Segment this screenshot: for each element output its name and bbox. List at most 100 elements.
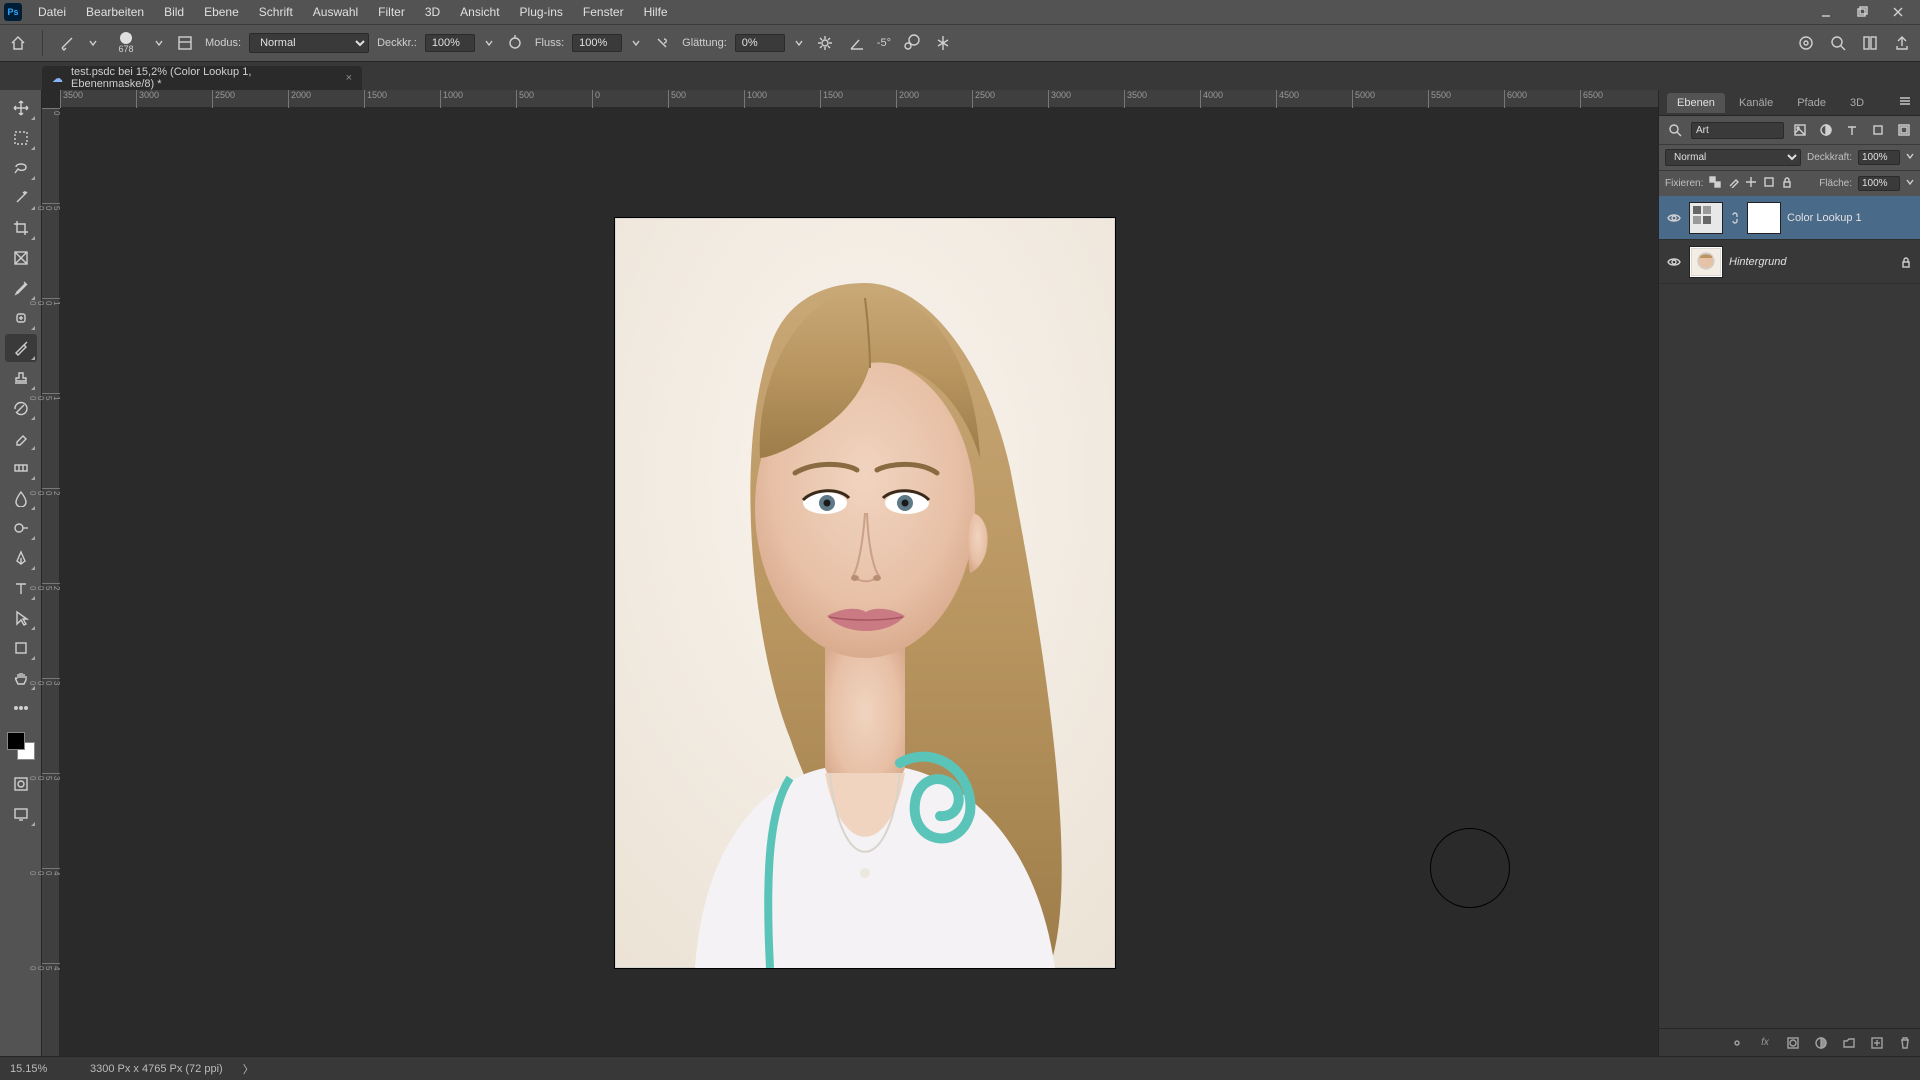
vertical-ruler[interactable]: 050010001500200025003000350040004500 <box>42 108 60 1056</box>
document-canvas[interactable] <box>615 218 1115 968</box>
tab-paths[interactable]: Pfade <box>1787 93 1836 113</box>
layer-thumbnail[interactable] <box>1689 246 1723 278</box>
opacity-input[interactable] <box>425 34 475 52</box>
layer-fill-input[interactable] <box>1858 176 1900 191</box>
filter-shape-icon[interactable] <box>1868 120 1888 140</box>
layer-visibility-icon[interactable] <box>1665 210 1683 226</box>
layer-name[interactable]: Color Lookup 1 <box>1787 212 1914 224</box>
pressure-opacity-icon[interactable] <box>503 31 527 55</box>
cloud-docs-icon[interactable] <box>1794 31 1818 55</box>
flow-input[interactable] <box>572 34 622 52</box>
lock-pixels-icon[interactable] <box>1727 176 1739 191</box>
menu-3d[interactable]: 3D <box>415 0 450 24</box>
lock-position-icon[interactable] <box>1745 176 1757 191</box>
filter-type-icon[interactable] <box>1842 120 1862 140</box>
tab-channels[interactable]: Kanäle <box>1729 93 1783 113</box>
document-tab[interactable]: ☁ test.psdc bei 15,2% (Color Lookup 1, E… <box>42 66 362 90</box>
brush-preview[interactable]: 678 <box>107 32 145 54</box>
shape-tool[interactable] <box>5 634 37 662</box>
stamp-tool[interactable] <box>5 364 37 392</box>
lock-transparent-icon[interactable] <box>1709 176 1721 191</box>
horizontal-ruler[interactable]: 3500300025002000150010005000500100015002… <box>60 90 1658 108</box>
lasso-tool[interactable] <box>5 154 37 182</box>
group-layers-icon[interactable] <box>1840 1034 1858 1052</box>
gradient-tool[interactable] <box>5 454 37 482</box>
close-button[interactable] <box>1880 0 1916 24</box>
layer-filter-search-icon[interactable] <box>1665 120 1685 140</box>
layer-row[interactable]: Hintergrund <box>1659 240 1920 284</box>
minimize-button[interactable] <box>1808 0 1844 24</box>
menu-edit[interactable]: Bearbeiten <box>76 0 154 24</box>
menu-image[interactable]: Bild <box>154 0 194 24</box>
lock-artboard-icon[interactable] <box>1763 176 1775 191</box>
lock-all-icon[interactable] <box>1781 176 1793 191</box>
menu-window[interactable]: Fenster <box>573 0 634 24</box>
layer-mask-icon[interactable] <box>1784 1034 1802 1052</box>
layer-blendmode-select[interactable]: Normal <box>1665 149 1801 166</box>
brush-preset-dropdown[interactable] <box>153 38 165 48</box>
symmetry-icon[interactable] <box>931 31 955 55</box>
menu-select[interactable]: Auswahl <box>303 0 368 24</box>
layer-lock-icon[interactable] <box>1898 256 1914 268</box>
menu-view[interactable]: Ansicht <box>450 0 509 24</box>
delete-layer-icon[interactable] <box>1896 1034 1914 1052</box>
new-layer-icon[interactable] <box>1868 1034 1886 1052</box>
filter-smart-icon[interactable] <box>1894 120 1914 140</box>
filter-adjust-icon[interactable] <box>1816 120 1836 140</box>
home-icon[interactable] <box>6 31 30 55</box>
doc-info-dropdown[interactable]: 〉 <box>243 1061 254 1077</box>
color-swatches[interactable] <box>7 732 35 760</box>
maximize-button[interactable] <box>1844 0 1880 24</box>
menu-file[interactable]: Datei <box>28 0 76 24</box>
foreground-color[interactable] <box>7 732 25 750</box>
filter-image-icon[interactable] <box>1790 120 1810 140</box>
tab-3d[interactable]: 3D <box>1840 93 1874 113</box>
menu-plugins[interactable]: Plug-ins <box>510 0 573 24</box>
panel-menu-icon[interactable] <box>1898 94 1912 111</box>
search-icon[interactable] <box>1826 31 1850 55</box>
pressure-size-icon[interactable] <box>899 31 923 55</box>
blend-mode-select[interactable]: Normal <box>249 33 369 53</box>
opacity-dropdown[interactable] <box>483 38 495 48</box>
layer-row[interactable]: Color Lookup 1 <box>1659 196 1920 240</box>
wand-tool[interactable] <box>5 184 37 212</box>
tab-close-icon[interactable]: × <box>346 72 352 84</box>
crop-tool[interactable] <box>5 214 37 242</box>
smoothing-input[interactable] <box>735 34 785 52</box>
angle-icon[interactable] <box>845 31 869 55</box>
menu-filter[interactable]: Filter <box>368 0 415 24</box>
document-viewport[interactable] <box>60 108 1658 1056</box>
brush-tool-icon[interactable] <box>55 31 79 55</box>
document-info[interactable]: 3300 Px x 4765 Px (72 ppi) <box>90 1063 223 1075</box>
move-tool[interactable] <box>5 94 37 122</box>
smoothing-gear-icon[interactable] <box>813 31 837 55</box>
tool-preset-dropdown[interactable] <box>87 38 99 48</box>
layer-filter-input[interactable] <box>1691 122 1784 139</box>
layer-opacity-input[interactable] <box>1858 150 1900 165</box>
brush-tool[interactable] <box>5 334 37 362</box>
frame-tool[interactable] <box>5 244 37 272</box>
layer-mask-thumbnail[interactable] <box>1747 202 1781 234</box>
flow-dropdown[interactable] <box>630 38 642 48</box>
brush-panel-toggle[interactable] <box>173 31 197 55</box>
zoom-level[interactable]: 15.15% <box>10 1063 70 1075</box>
link-layers-icon[interactable] <box>1728 1034 1746 1052</box>
tab-layers[interactable]: Ebenen <box>1667 93 1725 113</box>
fill-dropdown-icon[interactable] <box>1906 178 1914 189</box>
smoothing-dropdown[interactable] <box>793 38 805 48</box>
pen-tool[interactable] <box>5 544 37 572</box>
layer-fx-icon[interactable]: fx <box>1756 1034 1774 1052</box>
marquee-tool[interactable] <box>5 124 37 152</box>
menu-type[interactable]: Schrift <box>249 0 303 24</box>
share-icon[interactable] <box>1890 31 1914 55</box>
opacity-dropdown-icon[interactable] <box>1906 152 1914 163</box>
adjustment-layer-icon[interactable] <box>1812 1034 1830 1052</box>
eyedropper-tool[interactable] <box>5 274 37 302</box>
layer-thumbnail[interactable] <box>1689 202 1723 234</box>
layer-mask-link-icon[interactable] <box>1729 211 1741 225</box>
menu-help[interactable]: Hilfe <box>634 0 678 24</box>
airbrush-icon[interactable] <box>650 31 674 55</box>
layer-name[interactable]: Hintergrund <box>1729 256 1892 268</box>
menu-layer[interactable]: Ebene <box>194 0 249 24</box>
arrange-icon[interactable] <box>1858 31 1882 55</box>
